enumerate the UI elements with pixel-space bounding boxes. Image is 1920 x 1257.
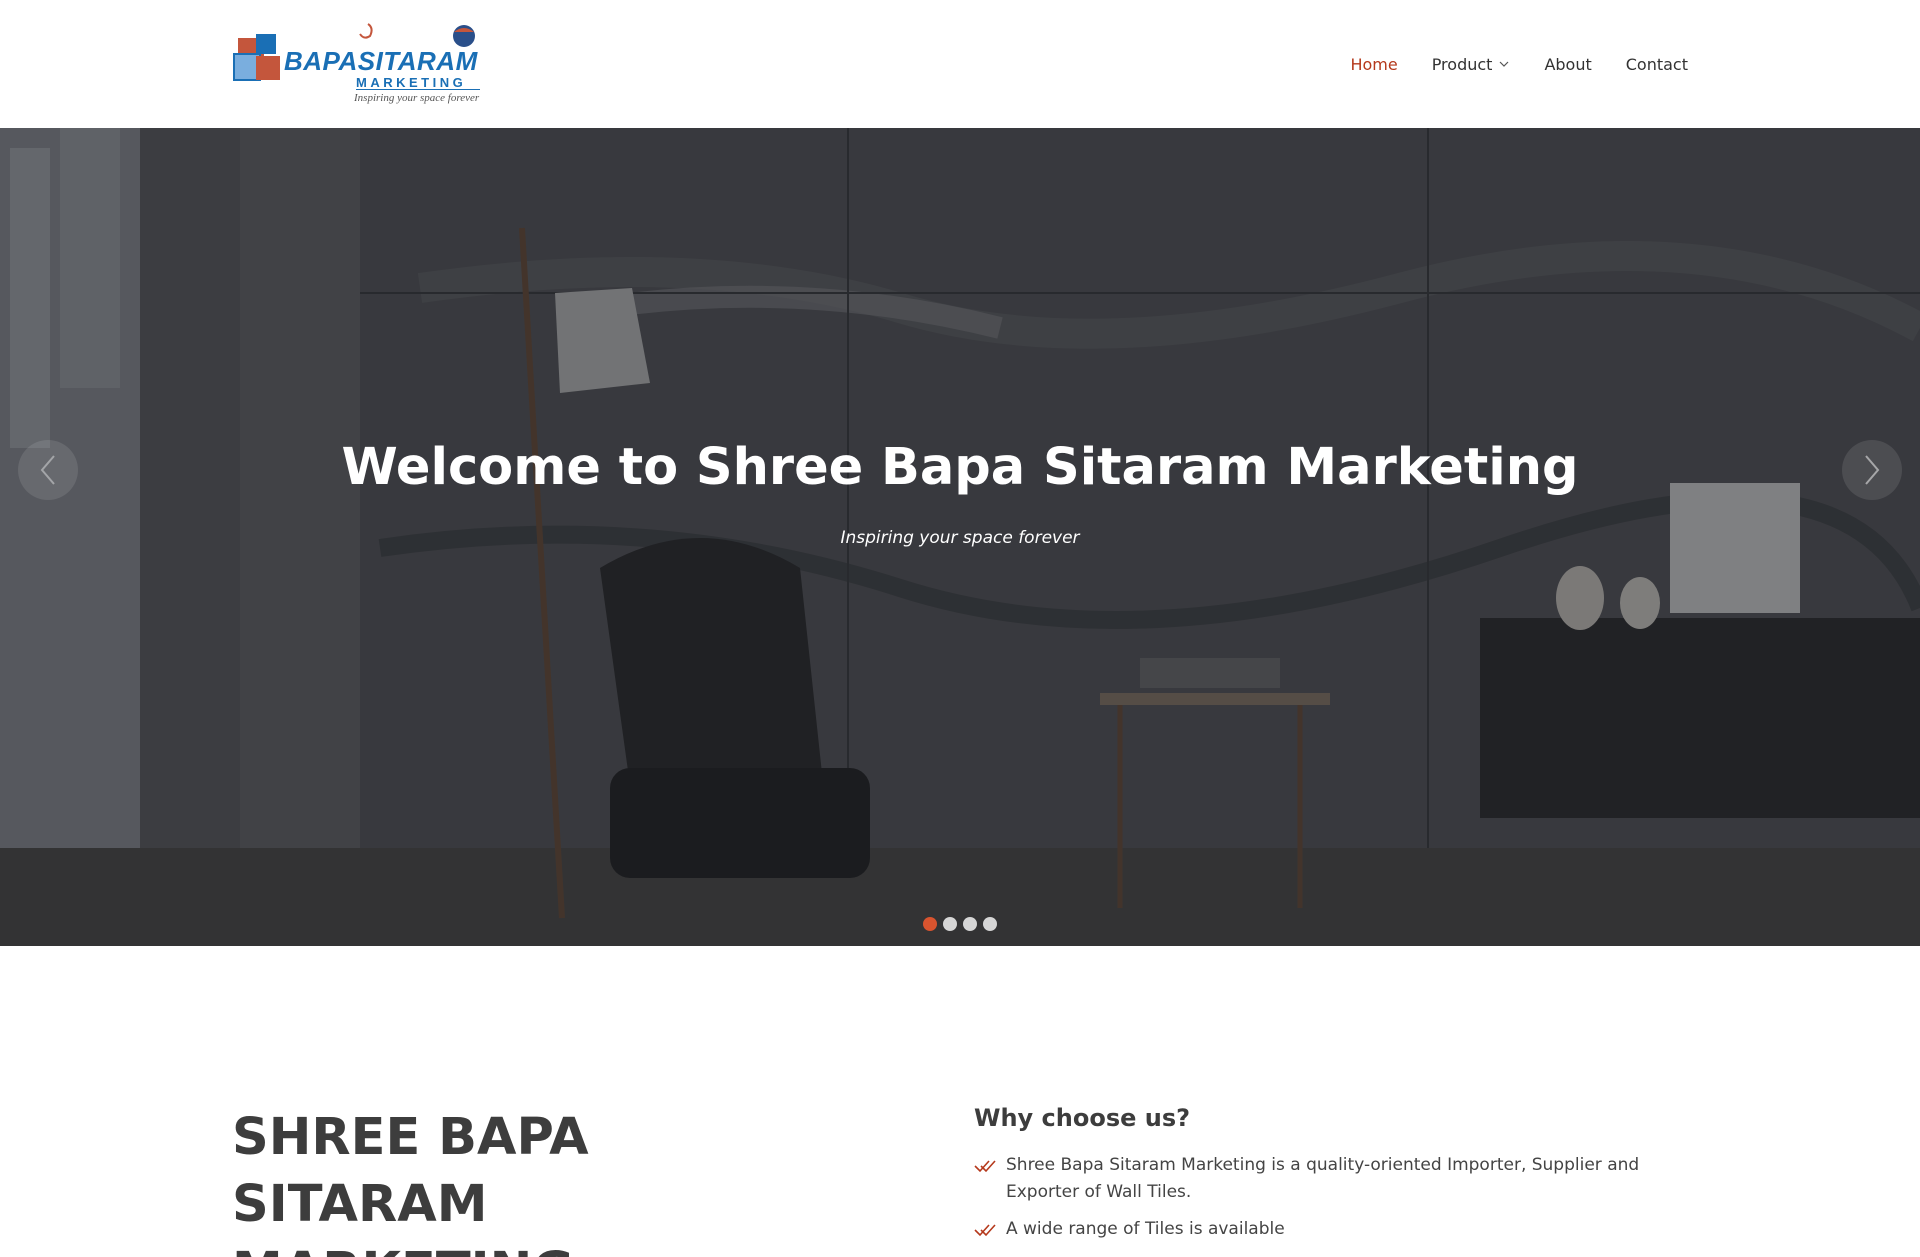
why-choose-heading: Why choose us? [974, 1104, 1191, 1132]
site-logo[interactable]: BAPASITARAM MARKETING Inspiring your spa… [232, 22, 482, 108]
double-check-icon [974, 1224, 996, 1237]
list-item: Shree Bapa Sitaram Marketing is a qualit… [974, 1152, 1654, 1206]
double-check-icon [974, 1160, 996, 1173]
hero-title: Welcome to Shree Bapa Sitaram Marketing [341, 438, 1579, 497]
list-item: A wide range of Tiles is available [974, 1216, 1654, 1243]
nav-product-label: Product [1431, 54, 1493, 74]
nav-about[interactable]: About [1544, 55, 1591, 74]
logo-subtitle: MARKETING [356, 75, 467, 90]
slider-dot-3[interactable] [963, 917, 977, 931]
hero-slider: Welcome to Shree Bapa Sitaram Marketing … [0, 128, 1920, 946]
site-header: BAPASITARAM MARKETING Inspiring your spa… [0, 0, 1920, 128]
nav-contact[interactable]: Contact [1626, 55, 1688, 74]
slider-dot-1[interactable] [923, 917, 937, 931]
nav-home[interactable]: Home [1350, 55, 1397, 74]
chevron-down-icon [1500, 61, 1509, 67]
logo-tagline: Inspiring your space forever [354, 92, 480, 104]
why-choose-list: Shree Bapa Sitaram Marketing is a qualit… [974, 1152, 1654, 1243]
why-choose-item-1: Shree Bapa Sitaram Marketing is a qualit… [1006, 1155, 1640, 1202]
about-title-line1: SHREE BAPA SITARAM [232, 1108, 589, 1234]
logo-divider [356, 89, 480, 90]
logo-brand: BAPASITARAM [284, 46, 478, 76]
about-title: SHREE BAPA SITARAM MARKETING [232, 1104, 852, 1257]
hero-subtitle: Inspiring your space forever [840, 528, 1080, 548]
why-choose-item-2: A wide range of Tiles is available [1006, 1219, 1285, 1239]
about-section: SHREE BAPA SITARAM MARKETING [232, 1104, 852, 1257]
slider-indicators [0, 917, 1920, 931]
slider-dot-2[interactable] [943, 917, 957, 931]
about-title-line2: MARKETING [232, 1242, 574, 1257]
why-choose-section: Why choose us? Shree Bapa Sitaram Market… [974, 1104, 1654, 1253]
main-nav: Home Product About Contact [1350, 52, 1688, 76]
slider-dot-4[interactable] [983, 917, 997, 931]
nav-product[interactable]: Product [1432, 55, 1511, 74]
